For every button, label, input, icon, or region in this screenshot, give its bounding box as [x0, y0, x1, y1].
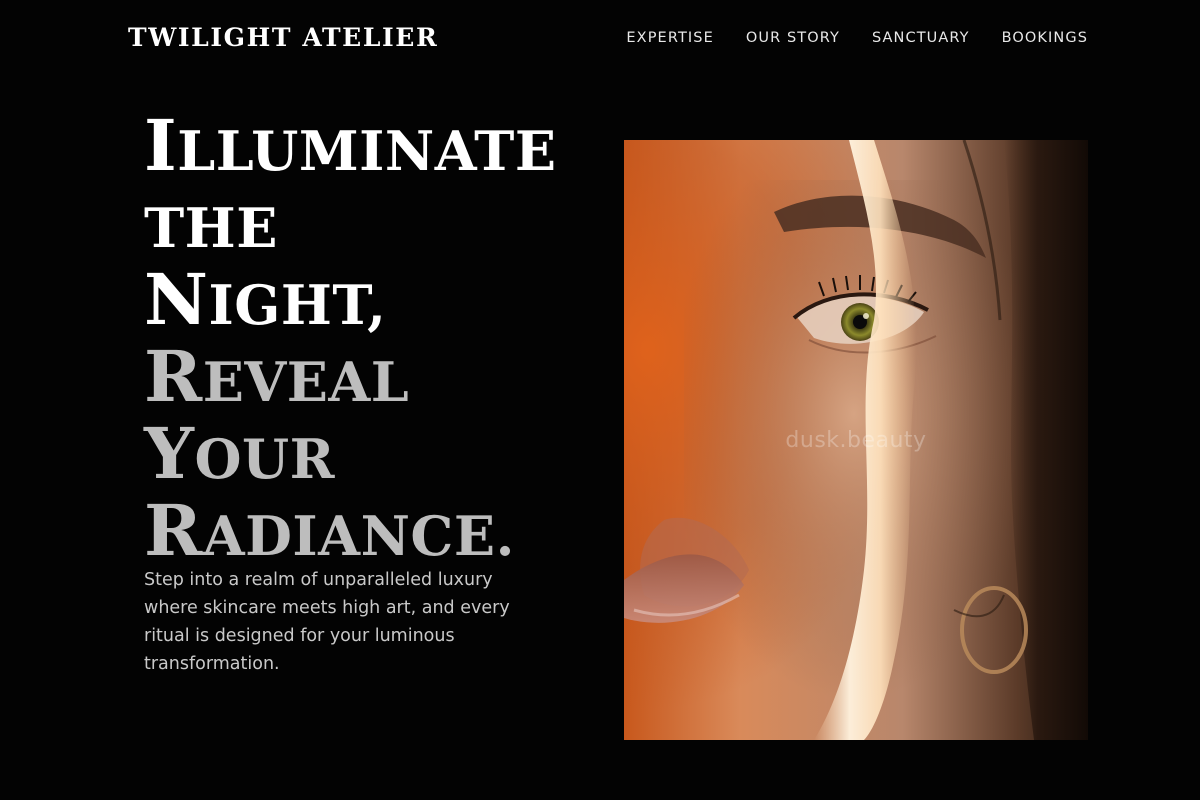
hero-title-line: YOUR — [144, 418, 604, 495]
hero-title-initial: R — [144, 335, 203, 418]
hero-title-text: THE — [144, 196, 278, 260]
hero-title-text: IGHT, — [208, 273, 387, 337]
portrait-illustration — [624, 140, 1088, 740]
page: TWILIGHT ATELIER EXPERTISE OUR STORY SAN… — [0, 0, 1200, 800]
hero-title-line: RADIANCE. — [144, 495, 604, 572]
hero-title-text: LLUMINATE — [177, 119, 557, 183]
hero-title-text: ADIANCE. — [202, 504, 515, 568]
hero-description: Step into a realm of unparalleled luxury… — [144, 570, 510, 674]
hero-title-line: NIGHT, — [144, 264, 604, 341]
hero-title-text: EVEAL — [202, 350, 410, 414]
main-nav: EXPERTISE OUR STORY SANCTUARY BOOKINGS — [626, 28, 1088, 48]
hero-title-initial: N — [144, 258, 209, 341]
nav-link-sanctuary[interactable]: SANCTUARY — [872, 28, 970, 48]
hero-title: ILLUMINATE THE NIGHT, REVEAL YOUR RADIAN… — [144, 110, 604, 572]
site-header: TWILIGHT ATELIER EXPERTISE OUR STORY SAN… — [0, 0, 1200, 78]
hero-portrait-image: dusk.beauty — [624, 140, 1088, 740]
nav-link-bookings[interactable]: BOOKINGS — [1002, 28, 1088, 48]
brand-logo[interactable]: TWILIGHT ATELIER — [128, 22, 438, 54]
hero-title-initial: R — [144, 489, 203, 572]
hero-title-line: REVEAL — [144, 341, 604, 418]
hero-title-initial: I — [144, 104, 178, 187]
hero-title-initial: Y — [144, 412, 195, 495]
nav-link-expertise[interactable]: EXPERTISE — [626, 28, 713, 48]
hero-title-text: OUR — [194, 427, 335, 491]
hero-title-line: ILLUMINATE — [144, 110, 604, 187]
nav-link-our-story[interactable]: OUR STORY — [746, 28, 840, 48]
hero-title-line: THE — [144, 187, 604, 264]
